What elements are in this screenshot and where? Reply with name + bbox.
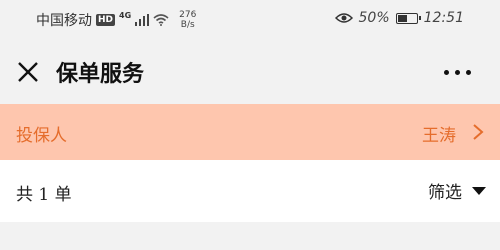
more-icon-dot [444,69,449,75]
battery-icon [395,12,421,24]
close-icon [18,62,38,82]
clock: 12:51 [423,10,464,26]
content-area [0,222,500,250]
wifi-icon [153,14,169,26]
status-bar: 中国移动 HD 4G 276 B/s 50% 12:51 [0,0,500,38]
more-icon-dot [466,69,471,75]
filter-button[interactable]: 筛选 [428,178,486,203]
policy-summary-row: 共 1 单 筛选 [0,160,500,222]
eye-icon [334,13,353,23]
chevron-right-icon [473,124,484,140]
nav-bar: 保单服务 [0,38,500,104]
more-button[interactable] [444,64,478,80]
signal-icon [135,14,150,26]
caret-down-icon [472,186,486,195]
speed-unit: B/s [180,20,195,30]
speed-value: 276 [179,10,197,20]
filter-label: 筛选 [428,183,462,203]
network-speed: 276 B/s [179,10,196,30]
status-left: 中国移动 HD 4G 276 B/s [36,10,196,30]
policy-holder-label: 投保人 [16,126,67,146]
status-right: 50% 12:51 [334,10,464,26]
close-button[interactable] [14,58,42,86]
policy-holder-row[interactable]: 投保人 王涛 [0,104,500,160]
policy-holder-name: 王涛 [422,126,456,146]
page-title: 保单服务 [56,61,145,87]
battery-fill [397,14,407,22]
hd-badge: HD [96,14,116,26]
carrier-label: 中国移动 [36,13,92,29]
policy-count: 共 1 单 [16,185,72,205]
network-type: 4G [119,10,132,20]
more-icon-dot [455,69,460,75]
battery-percent: 50% [358,10,390,26]
